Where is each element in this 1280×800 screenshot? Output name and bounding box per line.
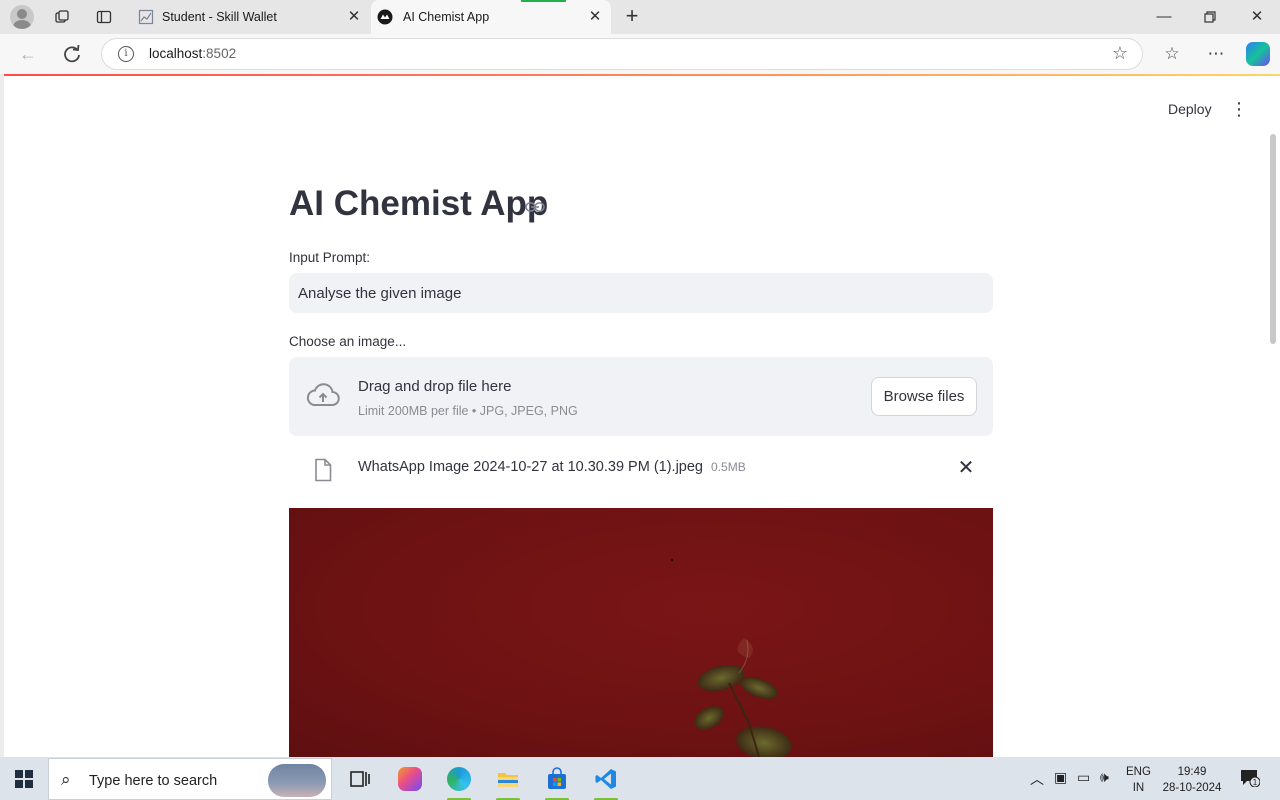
- file-icon: [315, 458, 332, 482]
- taskbar-copilot[interactable]: [390, 761, 430, 797]
- tab-loading-accent: [521, 0, 566, 2]
- lang-region: IN: [1132, 782, 1145, 794]
- task-view-button[interactable]: [340, 761, 380, 797]
- store-icon: [548, 767, 566, 789]
- streamlit-favicon-icon: [377, 9, 393, 25]
- restore-icon[interactable]: [1199, 6, 1221, 28]
- page-title: AI Chemist App: [289, 184, 549, 223]
- header-decoration-bar: [4, 74, 1280, 76]
- workspaces-icon[interactable]: [54, 9, 70, 25]
- close-tab-icon[interactable]: ✕: [346, 9, 362, 25]
- taskbar-store[interactable]: [537, 761, 577, 800]
- chart-favicon-icon: [138, 9, 154, 25]
- refresh-icon[interactable]: [60, 42, 84, 66]
- dropzone-limit-text: Limit 200MB per file • JPG, JPEG, PNG: [358, 404, 578, 418]
- taskbar-search-placeholder: Type here to search: [89, 773, 218, 789]
- site-info-icon[interactable]: i: [118, 46, 134, 62]
- volume-icon[interactable]: 🕪: [1100, 769, 1109, 786]
- file-name-text: WhatsApp Image 2024-10-27 at 10.30.39 PM…: [358, 459, 703, 475]
- close-tab-icon[interactable]: ✕: [587, 9, 603, 25]
- lang-code: ENG: [1126, 766, 1151, 778]
- tab-title: Student - Skill Wallet: [162, 10, 277, 24]
- windows-taskbar: ⌕ Type here to search ︿ ▣ ▭ 🕪 ENG IN 19:…: [0, 757, 1280, 800]
- url-host: localhost: [149, 46, 203, 61]
- back-arrow-icon[interactable]: ←: [16, 42, 40, 66]
- folder-icon: [498, 773, 518, 787]
- new-tab-icon[interactable]: +: [621, 5, 643, 28]
- taskbar-search[interactable]: ⌕ Type here to search: [48, 758, 332, 800]
- file-dropzone[interactable]: Drag and drop file here Limit 200MB per …: [289, 357, 993, 436]
- input-language[interactable]: ENG IN: [1126, 764, 1151, 796]
- browser-toolbar: ← i localhost:8502 ☆ ☆ ⋯: [0, 34, 1280, 74]
- prompt-label: Input Prompt:: [289, 250, 371, 265]
- minimize-icon[interactable]: —: [1153, 6, 1175, 28]
- cloud-upload-icon: [306, 383, 340, 407]
- prompt-input[interactable]: [289, 273, 993, 313]
- uploaded-file-name: WhatsApp Image 2024-10-27 at 10.30.39 PM…: [358, 459, 746, 475]
- prompt-input-wrapper: [289, 273, 993, 313]
- profile-avatar-icon[interactable]: [10, 5, 34, 29]
- notification-count: 1: [1253, 778, 1258, 787]
- close-window-icon[interactable]: ✕: [1246, 6, 1268, 28]
- search-icon: ⌕: [61, 770, 71, 789]
- copilot-icon[interactable]: [1246, 42, 1270, 66]
- uploader-label: Choose an image...: [289, 334, 407, 349]
- windows-start-icon[interactable]: [15, 770, 33, 788]
- deploy-button[interactable]: Deploy: [1168, 101, 1212, 117]
- specimen-photo: [670, 558, 792, 757]
- taskbar-edge[interactable]: [439, 761, 479, 800]
- remove-file-icon[interactable]: ✕: [956, 458, 976, 478]
- show-hidden-icons-chevron-icon[interactable]: ︿: [1030, 769, 1044, 789]
- taskbar-clock[interactable]: 19:49 28-10-2024: [1161, 764, 1223, 796]
- uploaded-file-row: WhatsApp Image 2024-10-27 at 10.30.39 PM…: [289, 449, 993, 485]
- copilot-icon: [398, 767, 422, 791]
- search-highlight-image: [268, 764, 326, 797]
- task-view-icon: [350, 771, 370, 787]
- tab-title: AI Chemist App: [403, 10, 490, 24]
- address-bar[interactable]: i localhost:8502 ☆: [101, 38, 1143, 70]
- taskbar-file-explorer[interactable]: [488, 761, 528, 800]
- streamlit-page: Deploy ⋮ AI Chemist App Input Prompt: Ch…: [0, 74, 1280, 757]
- file-size: 0.5MB: [711, 460, 746, 474]
- anchor-link-icon[interactable]: [525, 200, 545, 214]
- url-text: localhost:8502: [149, 46, 236, 61]
- favorites-icon[interactable]: ☆: [1160, 42, 1184, 66]
- notification-center-icon[interactable]: 1: [1240, 769, 1260, 787]
- uploaded-image-preview: [289, 508, 993, 757]
- browse-files-button[interactable]: Browse files: [871, 377, 977, 416]
- page-scrollbar[interactable]: [1270, 134, 1276, 344]
- vscode-icon: [595, 769, 616, 789]
- tab-ai-chemist-app[interactable]: AI Chemist App ✕: [371, 0, 611, 34]
- favorite-star-icon[interactable]: ☆: [1112, 43, 1128, 64]
- clock-time: 19:49: [1177, 766, 1207, 778]
- network-icon[interactable]: ▭: [1077, 769, 1090, 786]
- edge-browser-icon: [447, 767, 471, 791]
- main-menu-icon[interactable]: ⋮: [1230, 98, 1248, 120]
- tab-student-skill-wallet[interactable]: Student - Skill Wallet ✕: [130, 0, 370, 34]
- meet-now-icon[interactable]: ▣: [1054, 769, 1067, 786]
- more-options-icon[interactable]: ⋯: [1204, 42, 1228, 66]
- url-port: :8502: [202, 46, 237, 61]
- taskbar-vscode[interactable]: [586, 761, 626, 800]
- clock-date: 28-10-2024: [1162, 782, 1222, 794]
- dropzone-title: Drag and drop file here: [358, 378, 512, 395]
- browser-tab-strip: Student - Skill Wallet ✕ AI Chemist App …: [0, 0, 1280, 34]
- vertical-tabs-icon[interactable]: [96, 9, 112, 25]
